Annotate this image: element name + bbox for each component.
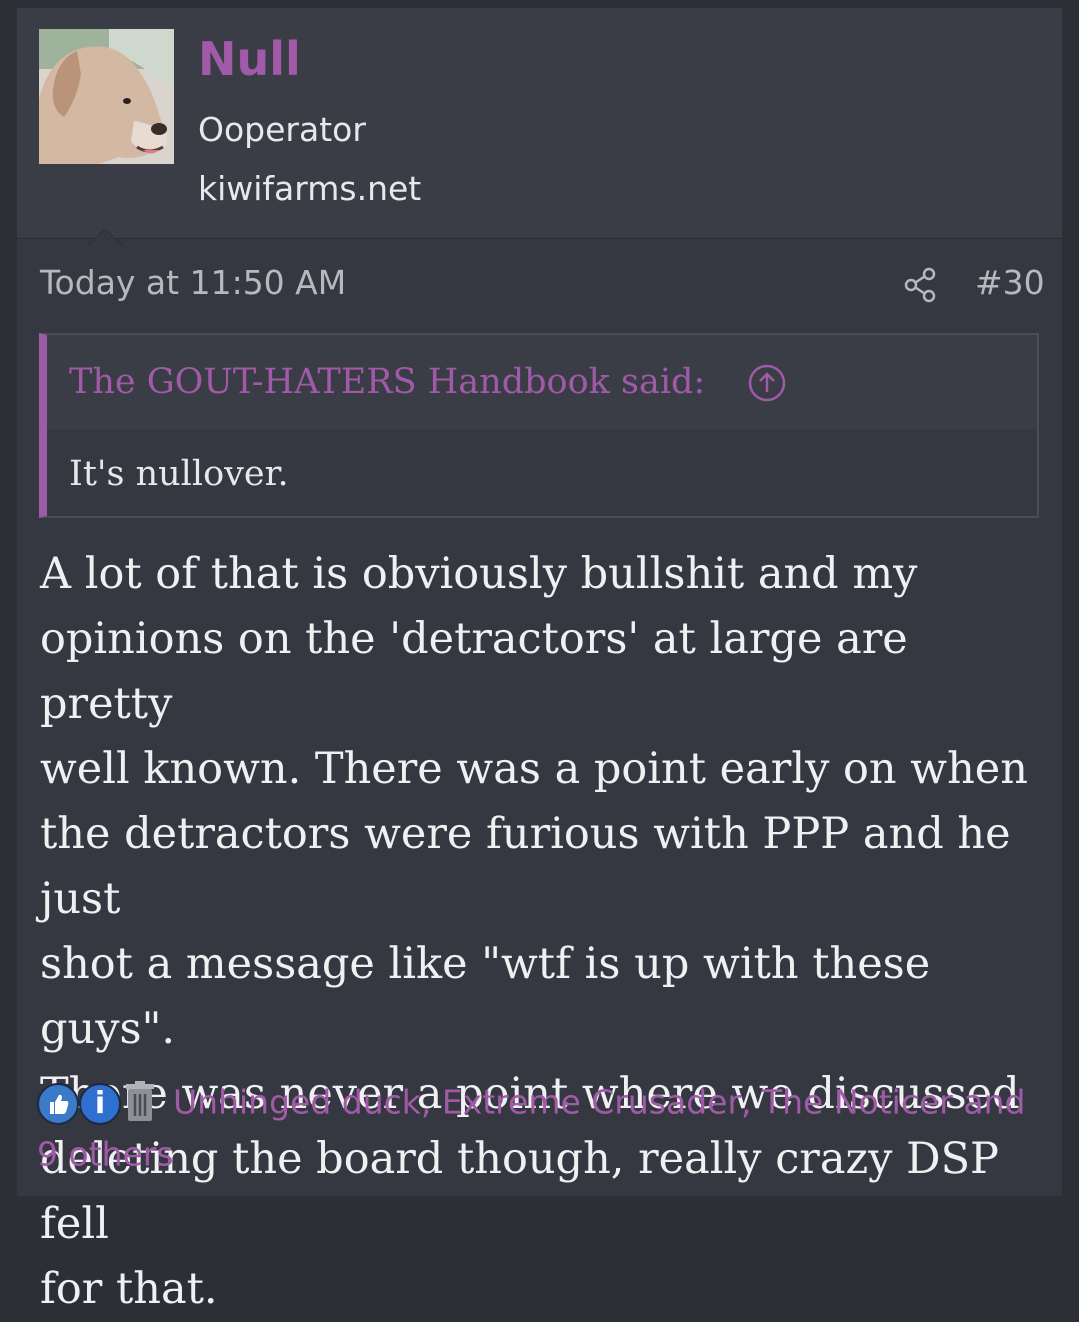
reaction-users[interactable]: Unhinged duck, Extreme Crusader, The Not… [37,1083,1025,1174]
dog-avatar-icon [39,29,174,164]
trash-icon [126,1080,154,1121]
quote-text: It's nullover. [69,454,289,494]
message-line: A lot of that is obviously bullshit and … [40,549,918,599]
post-timestamp[interactable]: Today at 11:50 AM [40,266,346,299]
post: Null Ooperator kiwifarms.net Today at 11… [17,8,1062,1314]
message-line: the detractors were furious with PPP and… [40,809,1011,924]
message-line: well known. There was a point early on w… [40,744,1028,794]
quote-attribution[interactable]: The GOUT-HATERS Handbook said: [69,365,705,400]
like-icon [37,1082,79,1125]
post-number[interactable]: #30 [975,266,1045,299]
quote-header: The GOUT-HATERS Handbook said: [47,335,1037,429]
share-icon[interactable] [903,266,939,304]
user-banner: kiwifarms.net [198,169,422,208]
message-line: for that. [40,1264,218,1314]
reactions-bar: i Unhinged duck, Extreme Crusader, The N… [37,1076,1047,1179]
message-line: opinions on the 'detractors' at large ar… [40,614,908,729]
reaction-icons[interactable]: i [37,1080,167,1125]
informative-icon: i [79,1082,121,1125]
username[interactable]: Null [198,36,301,82]
notch [87,230,123,246]
arrow-up-circle-icon[interactable] [747,363,787,403]
message-body: A lot of that is obviously bullshit and … [40,542,1050,1322]
avatar[interactable] [39,29,174,164]
quote-block: The GOUT-HATERS Handbook said: It's null… [39,333,1039,518]
message-line: shot a message like "wtf is up with thes… [40,939,931,1054]
user-title: Ooperator [198,110,366,149]
user-block: Null Ooperator kiwifarms.net [17,8,1062,239]
